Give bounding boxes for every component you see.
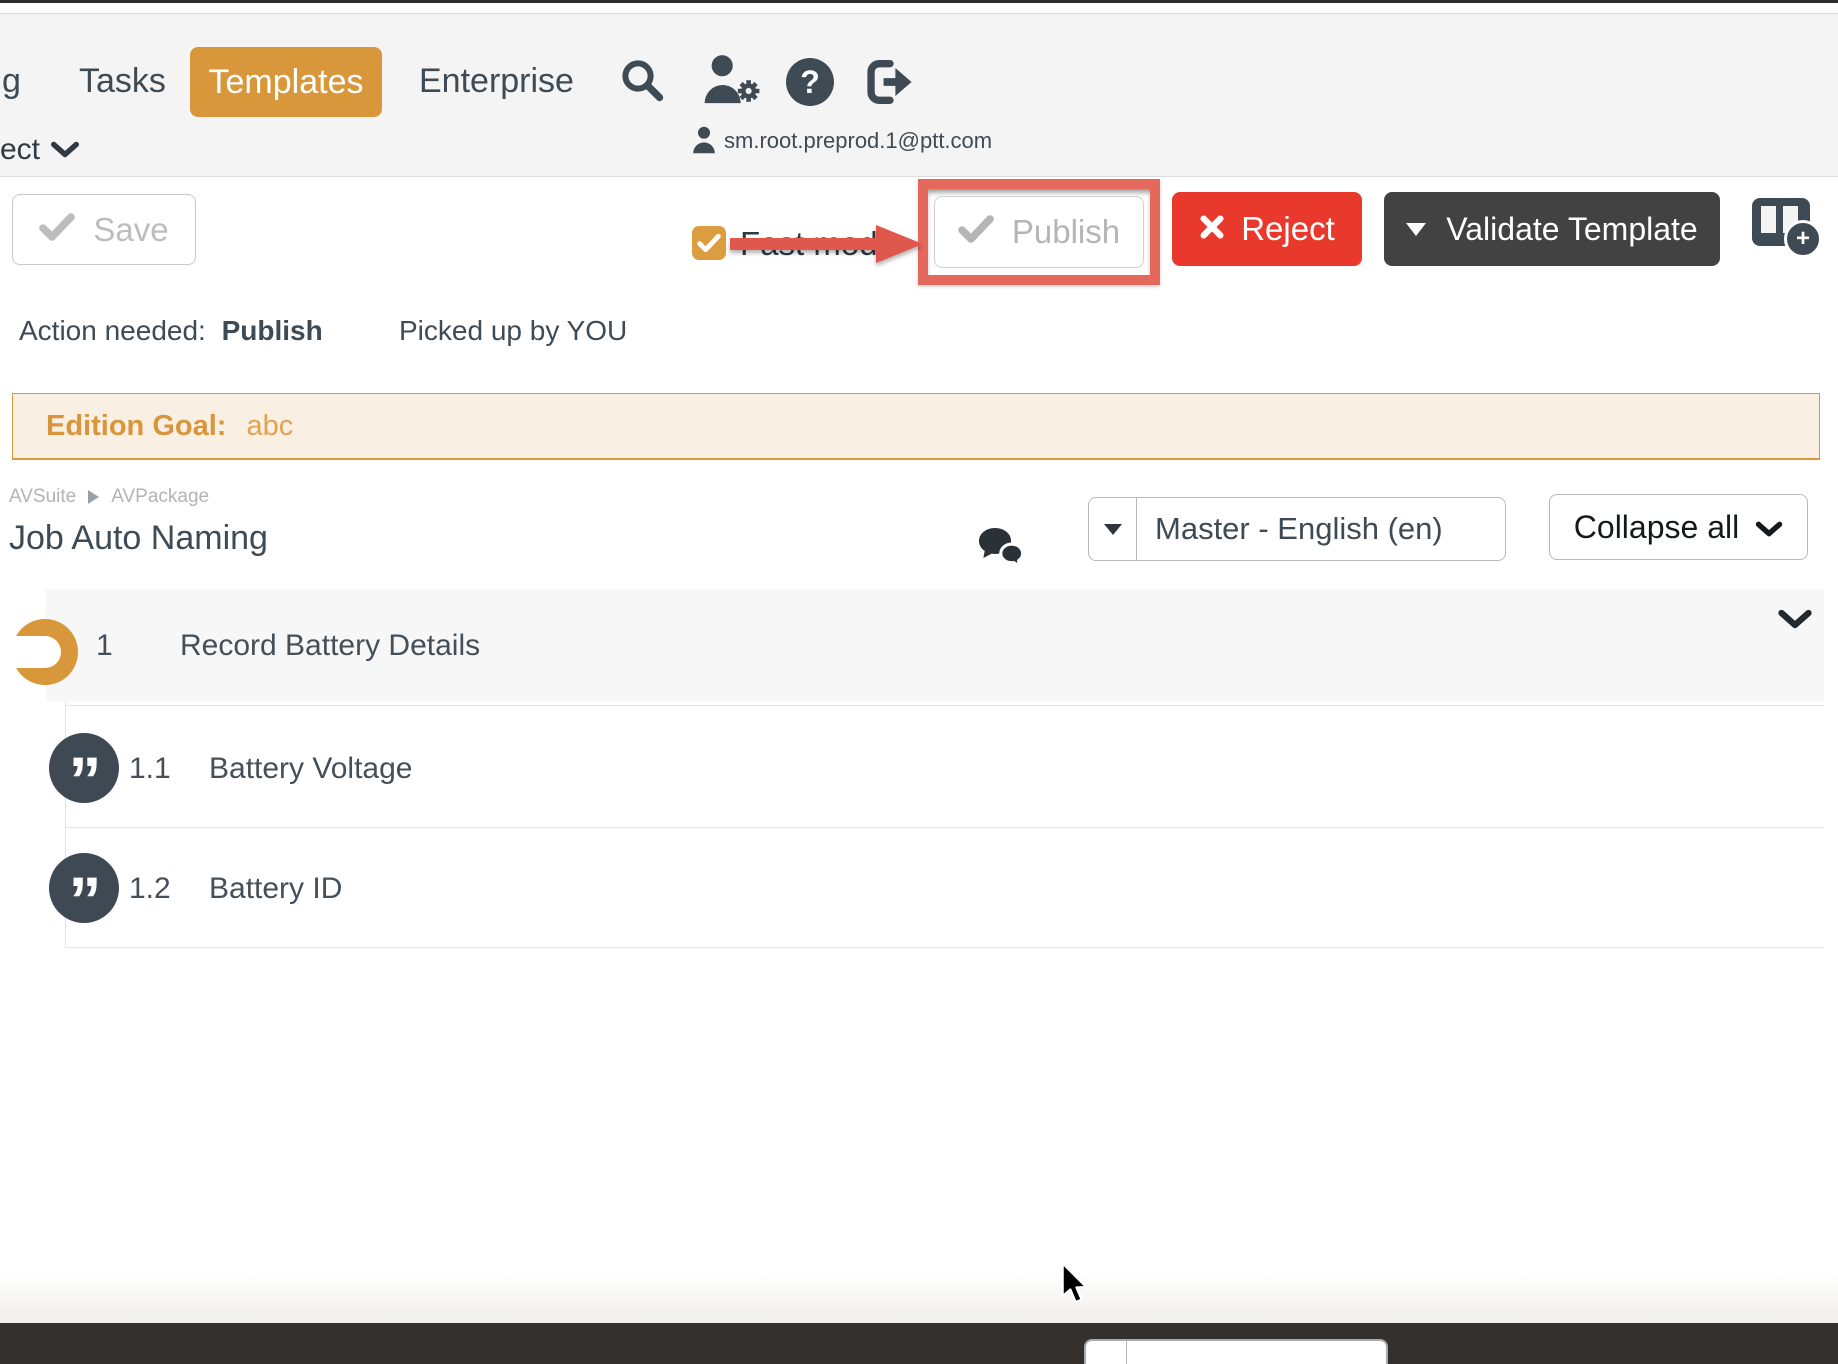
x-icon (1199, 210, 1225, 248)
nav-item-enterprise[interactable]: Enterprise (419, 62, 574, 101)
save-button[interactable]: Save (12, 194, 196, 265)
edition-goal-label: Edition Goal: (46, 410, 226, 443)
logout-icon[interactable] (862, 56, 918, 113)
nav-item-tasks[interactable]: Tasks (79, 62, 166, 101)
nav-item-templates[interactable]: Templates (190, 47, 382, 117)
page-title: Job Auto Naming (9, 519, 268, 558)
step-number: 1 (96, 629, 113, 663)
bottom-bar (0, 1323, 1838, 1364)
step-label: Battery Voltage (209, 752, 412, 786)
validate-template-label: Validate Template (1446, 211, 1697, 248)
fast-mode-checkbox[interactable] (692, 226, 726, 260)
question-icon: ” (49, 733, 119, 803)
question-icon: ” (49, 853, 119, 923)
bottom-popup-partial[interactable] (1084, 1339, 1388, 1364)
validate-template-button[interactable]: Validate Template (1384, 192, 1720, 266)
collapse-all-label: Collapse all (1574, 509, 1739, 546)
project-dropdown-label: ect (0, 133, 40, 167)
breadcrumb: AVSuite AVPackage (9, 486, 209, 508)
edition-goal-value: abc (246, 410, 293, 443)
collapse-all-button[interactable]: Collapse all (1549, 494, 1808, 560)
user-settings-icon[interactable] (698, 52, 764, 113)
step-number: 1.1 (129, 752, 171, 786)
section-collapse-chevron-icon[interactable] (1777, 608, 1813, 635)
breadcrumb-child[interactable]: AVPackage (111, 486, 209, 508)
language-selector[interactable]: Master - English (en) (1088, 497, 1506, 561)
user-email: sm.root.preprod.1@ptt.com (724, 128, 992, 154)
action-needed-label: Action needed: (19, 315, 206, 346)
check-icon (697, 233, 721, 253)
mouse-cursor (1058, 1262, 1090, 1313)
breadcrumb-parent[interactable]: AVSuite (9, 486, 76, 508)
check-icon (958, 213, 994, 251)
check-icon (39, 211, 75, 249)
breadcrumb-arrow-icon (88, 490, 99, 504)
step-label: Record Battery Details (180, 629, 480, 663)
top-strip (0, 3, 1838, 14)
chevron-down-icon (50, 133, 80, 167)
row-divider (65, 947, 1824, 948)
publish-label: Publish (1012, 213, 1120, 251)
search-icon[interactable] (618, 56, 666, 109)
page-fade (0, 1272, 1838, 1323)
annotation-highlight-box: Publish (918, 179, 1160, 285)
annotation-arrow-icon (726, 221, 926, 272)
picked-up-text: Picked up by YOU (399, 315, 627, 347)
action-needed-value: Publish (222, 315, 323, 346)
chevron-down-icon (1755, 509, 1783, 546)
step-label: Battery ID (209, 872, 342, 906)
user-icon (692, 126, 716, 159)
reject-button[interactable]: Reject (1172, 192, 1362, 266)
project-dropdown[interactable]: ect (0, 133, 80, 167)
reject-label: Reject (1241, 210, 1335, 248)
save-label: Save (93, 211, 168, 249)
comments-icon[interactable] (976, 522, 1026, 577)
plus-icon: + (1784, 220, 1822, 258)
divider (1126, 1341, 1127, 1364)
publish-button[interactable]: Publish (934, 196, 1144, 268)
triangle-down-icon (1104, 524, 1122, 535)
step-number: 1.2 (129, 872, 171, 906)
help-icon[interactable]: ? (786, 58, 834, 106)
nav-item-partial-left[interactable]: g (2, 62, 21, 101)
section-icon (12, 619, 78, 690)
action-needed-text: Action needed: Publish (19, 315, 323, 347)
triangle-down-icon (1406, 223, 1426, 236)
language-selector-caret[interactable] (1089, 498, 1137, 560)
edition-goal-banner: Edition Goal: abc (12, 393, 1820, 460)
language-selector-value: Master - English (en) (1137, 498, 1443, 560)
add-column-icon[interactable]: + (1752, 198, 1810, 246)
